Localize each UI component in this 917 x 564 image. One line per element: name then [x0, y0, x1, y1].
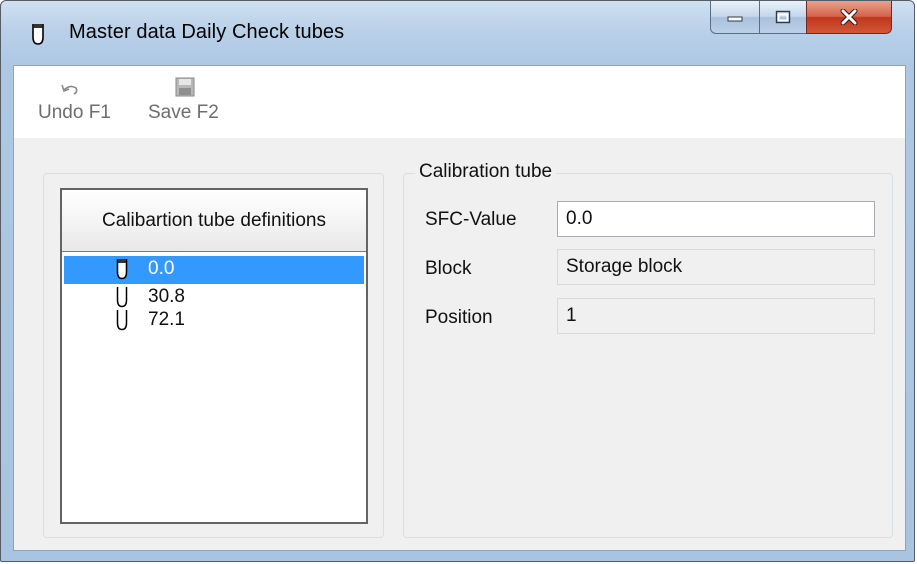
maximize-button[interactable]	[759, 1, 807, 34]
list-item-value: 30.8	[148, 286, 185, 307]
tube-icon	[32, 24, 44, 45]
minimize-button[interactable]	[710, 1, 760, 34]
block-label: Block	[425, 258, 472, 279]
position-label: Position	[425, 307, 493, 328]
list-header[interactable]: Calibartion tube definitions	[62, 190, 366, 252]
sfc-value-input[interactable]: 0.0	[557, 201, 875, 237]
list-item-value: 0.0	[148, 258, 175, 279]
title-bar[interactable]: Master data Daily Check tubes	[1, 1, 914, 65]
save-icon	[175, 77, 195, 97]
tube-icon	[116, 310, 128, 331]
save-label: Save F2	[148, 102, 219, 123]
list-item[interactable]: 0.0	[64, 256, 364, 284]
save-button[interactable]: Save F2	[148, 76, 219, 124]
undo-label: Undo F1	[38, 102, 111, 123]
sfc-value-label: SFC-Value	[425, 209, 517, 230]
list-item[interactable]: 72.1	[64, 307, 364, 331]
close-icon	[840, 9, 858, 25]
list-item[interactable]: 30.8	[64, 284, 364, 308]
position-field: 1	[557, 298, 875, 334]
toolbar: Undo F1 Save F2	[14, 66, 905, 138]
list-item-value: 72.1	[148, 309, 185, 330]
block-field: Storage block	[557, 249, 875, 285]
close-button[interactable]	[806, 1, 892, 34]
window-title: Master data Daily Check tubes	[69, 21, 345, 43]
maximize-icon	[775, 10, 791, 24]
minimize-icon	[727, 16, 743, 22]
tube-icon	[116, 287, 128, 308]
undo-button[interactable]: Undo F1	[38, 76, 111, 124]
undo-icon	[61, 84, 78, 95]
app-window: Master data Daily Check tubes Undo F1 Sa…	[0, 0, 915, 562]
group-title: Calibration tube	[415, 161, 557, 183]
tube-icon	[116, 259, 128, 280]
tube-list-panel: Calibartion tube definitions 0.0 30.8 72…	[43, 173, 384, 538]
tube-definitions-list[interactable]: Calibartion tube definitions 0.0 30.8 72…	[60, 188, 368, 524]
